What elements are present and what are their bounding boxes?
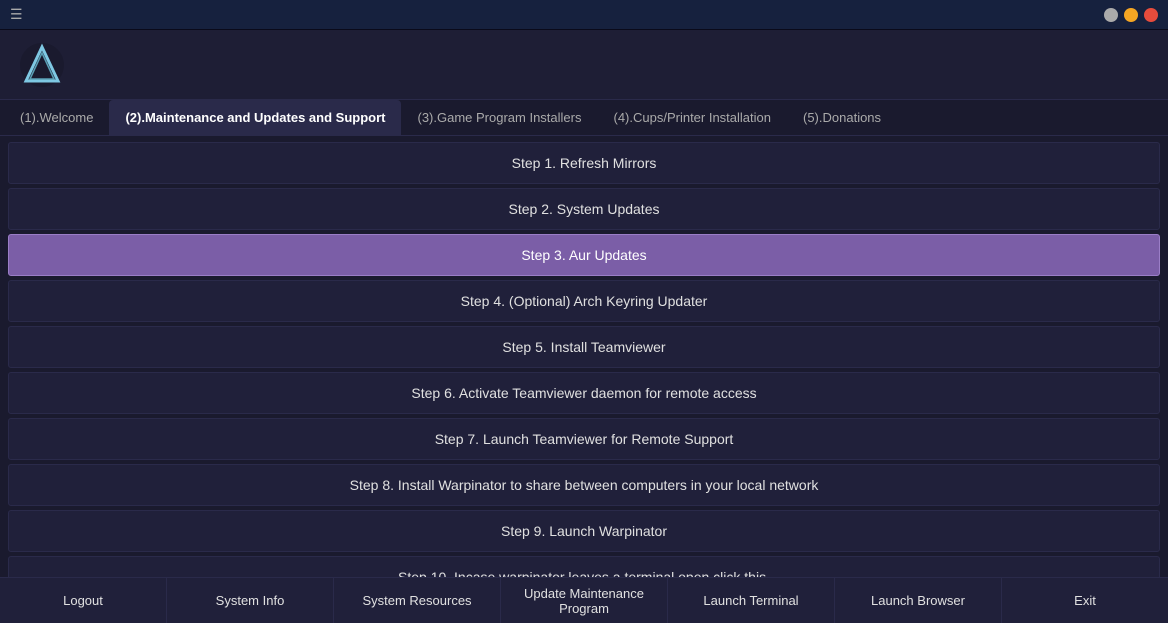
bottom-btn-browser[interactable]: Launch Browser bbox=[835, 578, 1002, 623]
step-button-step3[interactable]: Step 3. Aur Updates bbox=[8, 234, 1160, 276]
bottom-bar: LogoutSystem InfoSystem ResourcesUpdate … bbox=[0, 577, 1168, 623]
main-content: Step 1. Refresh MirrorsStep 2. System Up… bbox=[0, 136, 1168, 577]
app-logo bbox=[20, 43, 64, 87]
step-button-step4[interactable]: Step 4. (Optional) Arch Keyring Updater bbox=[8, 280, 1160, 322]
step-button-step5[interactable]: Step 5. Install Teamviewer bbox=[8, 326, 1160, 368]
bottom-btn-update[interactable]: Update Maintenance Program bbox=[501, 578, 668, 623]
step-button-step2[interactable]: Step 2. System Updates bbox=[8, 188, 1160, 230]
tab-tab2[interactable]: (2).Maintenance and Updates and Support bbox=[109, 100, 401, 135]
step-button-step1[interactable]: Step 1. Refresh Mirrors bbox=[8, 142, 1160, 184]
tab-tab1[interactable]: (1).Welcome bbox=[4, 100, 109, 135]
bottom-btn-sysinfo[interactable]: System Info bbox=[167, 578, 334, 623]
step-button-step8[interactable]: Step 8. Install Warpinator to share betw… bbox=[8, 464, 1160, 506]
step-button-step6[interactable]: Step 6. Activate Teamviewer daemon for r… bbox=[8, 372, 1160, 414]
hamburger-icon[interactable]: ☰ bbox=[10, 6, 23, 23]
tab-tab3[interactable]: (3).Game Program Installers bbox=[401, 100, 597, 135]
step-button-step9[interactable]: Step 9. Launch Warpinator bbox=[8, 510, 1160, 552]
tab-tab5[interactable]: (5).Donations bbox=[787, 100, 897, 135]
header bbox=[0, 30, 1168, 100]
tab-tab4[interactable]: (4).Cups/Printer Installation bbox=[597, 100, 787, 135]
nav-tabs: (1).Welcome(2).Maintenance and Updates a… bbox=[0, 100, 1168, 136]
bottom-btn-sysres[interactable]: System Resources bbox=[334, 578, 501, 623]
bottom-btn-logout[interactable]: Logout bbox=[0, 578, 167, 623]
window-controls bbox=[1104, 8, 1158, 22]
step-button-step10[interactable]: Step 10. Incase warpinator leaves a term… bbox=[8, 556, 1160, 577]
bottom-btn-exit[interactable]: Exit bbox=[1002, 578, 1168, 623]
bottom-btn-terminal[interactable]: Launch Terminal bbox=[668, 578, 835, 623]
close-button[interactable] bbox=[1144, 8, 1158, 22]
step-button-step7[interactable]: Step 7. Launch Teamviewer for Remote Sup… bbox=[8, 418, 1160, 460]
title-bar: ☰ bbox=[0, 0, 1168, 30]
minimize-button[interactable] bbox=[1104, 8, 1118, 22]
title-bar-left: ☰ bbox=[10, 6, 23, 23]
maximize-button[interactable] bbox=[1124, 8, 1138, 22]
